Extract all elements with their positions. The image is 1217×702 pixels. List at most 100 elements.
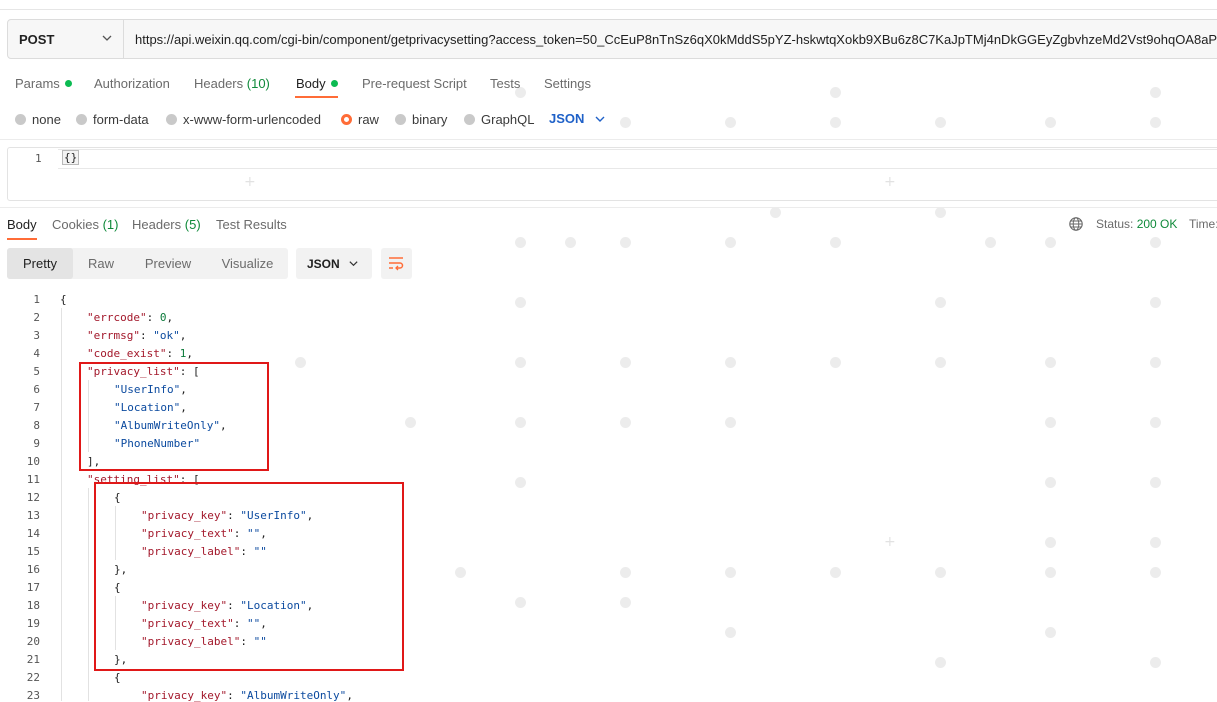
line-number: 17 — [26, 581, 40, 594]
globe-icon[interactable] — [1068, 216, 1084, 232]
url-input[interactable]: https://api.weixin.qq.com/cgi-bin/compon… — [135, 32, 1217, 47]
line-number: 18 — [26, 599, 40, 612]
response-format-select[interactable]: JSON — [296, 248, 372, 279]
divider — [0, 207, 1217, 208]
line-number: 19 — [26, 617, 40, 630]
radio-circle-icon — [76, 114, 87, 125]
watermark-dot — [830, 117, 841, 128]
divider — [0, 139, 1217, 140]
active-tab-indicator — [7, 238, 37, 240]
tab-label: Body — [7, 217, 37, 232]
tab-count: (10) — [246, 76, 270, 91]
radio-label: binary — [412, 112, 448, 127]
annotation-box-privacy-list — [79, 362, 269, 471]
line-number: 8 — [33, 419, 40, 432]
tab-tests[interactable]: Tests — [490, 76, 520, 91]
annotation-box-setting-list — [94, 482, 404, 671]
view-pretty-button[interactable]: Pretty — [7, 248, 73, 279]
watermark-dot — [1150, 87, 1161, 98]
tab-label: Headers — [194, 76, 244, 91]
tab-label: Headers — [132, 217, 182, 232]
tab-label: Authorization — [94, 76, 170, 91]
watermark-dot — [1045, 117, 1056, 128]
watermark-dot — [935, 207, 946, 218]
radio-circle-icon — [166, 114, 177, 125]
tab-label: Tests — [490, 76, 521, 91]
active-line-highlight — [58, 149, 1217, 169]
watermark-dot — [565, 237, 576, 248]
line-number: 6 — [33, 383, 40, 396]
line-number: 9 — [33, 437, 40, 450]
tab-label: Pre-request Script — [362, 76, 467, 91]
radio-circle-icon — [395, 114, 406, 125]
code-line: { — [60, 293, 67, 306]
watermark-dot — [935, 117, 946, 128]
radio-label: raw — [358, 112, 379, 127]
view-visualize-button[interactable]: Visualize — [207, 248, 288, 279]
radio-none[interactable]: none — [15, 112, 61, 127]
watermark-dot — [725, 237, 736, 248]
editor-content[interactable]: {} — [62, 150, 80, 165]
status-label: Status: — [1096, 217, 1134, 231]
response-tab-body[interactable]: Body — [7, 217, 37, 232]
chevron-down-icon[interactable] — [594, 113, 606, 125]
indent-guide — [88, 488, 89, 701]
active-dot-icon — [64, 80, 72, 87]
watermark-dot — [1150, 117, 1161, 128]
radio-x-www-form-urlencoded[interactable]: x-www-form-urlencoded — [166, 112, 321, 127]
response-tab-cookies[interactable]: Cookies (1) — [52, 217, 118, 232]
radio-graphql[interactable]: GraphQL — [464, 112, 534, 127]
radio-selected-icon — [341, 114, 352, 125]
tab-body[interactable]: Body — [296, 76, 338, 91]
json-key: "code_exist" — [87, 347, 167, 360]
radio-label: GraphQL — [481, 112, 535, 127]
line-number: 15 — [26, 545, 40, 558]
tab-pre-request-script[interactable]: Pre-request Script — [362, 76, 467, 91]
request-bar: POST https://api.weixin.qq.com/cgi-bin/c… — [7, 19, 1217, 59]
watermark-dot — [1150, 237, 1161, 248]
tab-count: (1) — [102, 217, 119, 232]
watermark-dot — [1045, 237, 1056, 248]
line-number: 10 — [26, 455, 40, 468]
view-preview-button[interactable]: Preview — [129, 248, 207, 279]
tab-params[interactable]: Params — [15, 76, 72, 91]
response-view-switch: Pretty Raw Preview Visualize — [7, 248, 288, 279]
line-number: 5 — [33, 365, 40, 378]
line-number: 20 — [26, 635, 40, 648]
watermark-dot — [770, 207, 781, 218]
format-label: JSON — [307, 257, 340, 271]
code-line: "errmsg": "ok", — [87, 329, 187, 342]
line-number: 12 — [26, 491, 40, 504]
radio-form-data[interactable]: form-data — [76, 112, 149, 127]
chevron-down-icon — [349, 261, 358, 267]
tab-headers[interactable]: Headers (10) — [194, 76, 270, 91]
view-raw-button[interactable]: Raw — [73, 248, 129, 279]
response-status: Status: 200 OK — [1096, 217, 1177, 231]
tab-settings[interactable]: Settings — [544, 76, 591, 91]
radio-raw[interactable]: raw — [341, 112, 379, 127]
radio-circle-icon — [15, 114, 26, 125]
radio-label: x-www-form-urlencoded — [183, 112, 321, 127]
line-number: 11 — [26, 473, 40, 486]
response-tab-headers[interactable]: Headers (5) — [132, 217, 201, 232]
line-number: 1 — [33, 293, 40, 306]
json-key: "errmsg" — [87, 329, 140, 342]
code-line: "errcode": 0, — [87, 311, 174, 324]
tab-label: Params — [15, 76, 60, 91]
method-select[interactable]: POST — [8, 20, 124, 58]
line-number: 13 — [26, 509, 40, 522]
request-body-editor[interactable]: 1 {} — [7, 147, 1217, 201]
line-number: 21 — [26, 653, 40, 666]
line-number: 16 — [26, 563, 40, 576]
tab-authorization[interactable]: Authorization — [94, 76, 170, 91]
raw-format-select[interactable]: JSON — [549, 111, 584, 126]
json-number: 1 — [179, 347, 187, 360]
watermark-dot — [830, 237, 841, 248]
radio-circle-icon — [464, 114, 475, 125]
status-value[interactable]: 200 OK — [1137, 217, 1178, 231]
json-string: "ok" — [153, 329, 180, 342]
wrap-lines-button[interactable] — [381, 248, 412, 279]
response-tab-test-results[interactable]: Test Results — [216, 217, 287, 232]
radio-binary[interactable]: binary — [395, 112, 447, 127]
json-key: "privacy_key" — [141, 689, 228, 702]
